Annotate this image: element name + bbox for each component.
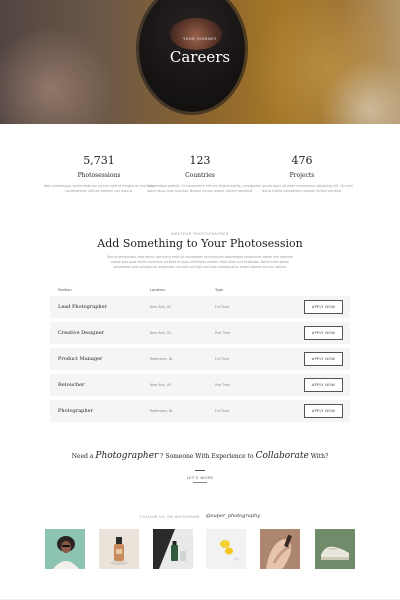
cta-middle: ? Someone With Experience to [160,453,254,460]
instagram-photo-lemons[interactable] [206,529,246,569]
jobs-table-header: Position Location Type [50,283,350,295]
jobs-table: Lead Photographer New York, US Full Time… [50,296,350,426]
hero-banner: YOUR JOURNEY Careers [0,0,400,124]
stat-number: 123 [189,154,211,167]
stat-number: 476 [291,154,313,167]
job-location: New York, US [150,383,171,387]
table-row: Retoucher New York, US Part Time APPLY N… [50,374,350,396]
section-kicker: AMATEUR PHOTOGRAPHER [171,232,229,236]
lets-work-link[interactable]: LET'S WORK [0,476,400,480]
apply-now-button[interactable]: APPLY NOW [304,404,343,418]
job-position: Product Manager [58,356,103,362]
cta-highlight-photographer: Photographer [95,451,159,461]
apply-now-button[interactable]: APPLY NOW [304,300,343,314]
instagram-photo-shadow-bottle[interactable] [153,529,193,569]
cta-suffix: With? [310,453,329,460]
cta-highlight-collaborate: Collaborate [255,451,309,461]
stat-description: Suspendisse potenti. Ut consectetur elit… [146,184,254,194]
table-row: Photographer Rotterdam, NL Full Time APP… [50,400,350,422]
page-title: Careers [169,48,231,66]
job-location: New York, US [150,331,171,335]
divider [195,470,205,471]
instagram-photo-bottle[interactable] [99,529,139,569]
stat-label: Photosessions [77,172,121,179]
job-position: Retoucher [58,382,85,388]
header-position: Position [58,288,72,292]
job-type: Full Time [215,409,230,413]
apply-now-button[interactable]: APPLY NOW [304,378,343,392]
apply-now-button[interactable]: APPLY NOW [304,352,343,366]
job-type: Full Time [215,305,230,309]
stat-countries: 123 Countries Suspendisse potenti. Ut co… [145,154,255,194]
job-type: Full Time [215,357,230,361]
stat-label: Projects [289,172,315,179]
table-row: Product Manager Rotterdam, NL Full Time … [50,348,350,370]
job-type: Part Time [215,331,231,335]
instagram-photo-sneaker[interactable] [315,529,355,569]
job-position: Photographer [58,408,93,414]
cta-prefix: Need a [71,453,94,460]
stat-label: Countries [185,172,215,179]
header-location: Location [150,288,165,292]
hero-kicker: YOUR JOURNEY [183,37,217,41]
cta-headline: Need a Photographer ? Someone With Exper… [0,451,400,461]
stat-projects: 476 Projects Lorem ipsum dolor sit amet … [247,154,357,194]
stat-photosessions: 5,731 Photosessions Nam scelerisque, lor… [44,154,154,194]
instagram-photo-portrait[interactable] [45,529,85,569]
instagram-gallery [45,529,355,569]
instagram-follow-label: FOLLOW US ON INSTAGRAM [140,515,200,519]
job-location: Rotterdam, NL [150,409,174,413]
stat-description: Nam scelerisque, lorem amet dui rutrum v… [44,184,154,194]
apply-now-button[interactable]: APPLY NOW [304,326,343,340]
stat-number: 5,731 [83,154,115,167]
instagram-handle-link[interactable]: @super_photography [206,513,260,519]
instagram-photo-hand[interactable] [260,529,300,569]
job-location: Rotterdam, NL [150,357,174,361]
job-position: Creative Designer [58,330,105,336]
table-row: Creative Designer New York, US Part Time… [50,322,350,344]
table-row: Lead Photographer New York, US Full Time… [50,296,350,318]
section-description: Sed ut perspiciatis unde omnis iste natu… [107,255,293,269]
stat-description: Lorem ipsum dolor sit amet consectetur a… [251,184,353,194]
job-position: Lead Photographer [58,304,108,310]
job-type: Part Time [215,383,231,387]
link-underline [193,482,207,483]
header-type: Type [215,288,224,292]
section-title: Add Something to Your Photosession [97,237,303,250]
job-location: New York, US [150,305,171,309]
